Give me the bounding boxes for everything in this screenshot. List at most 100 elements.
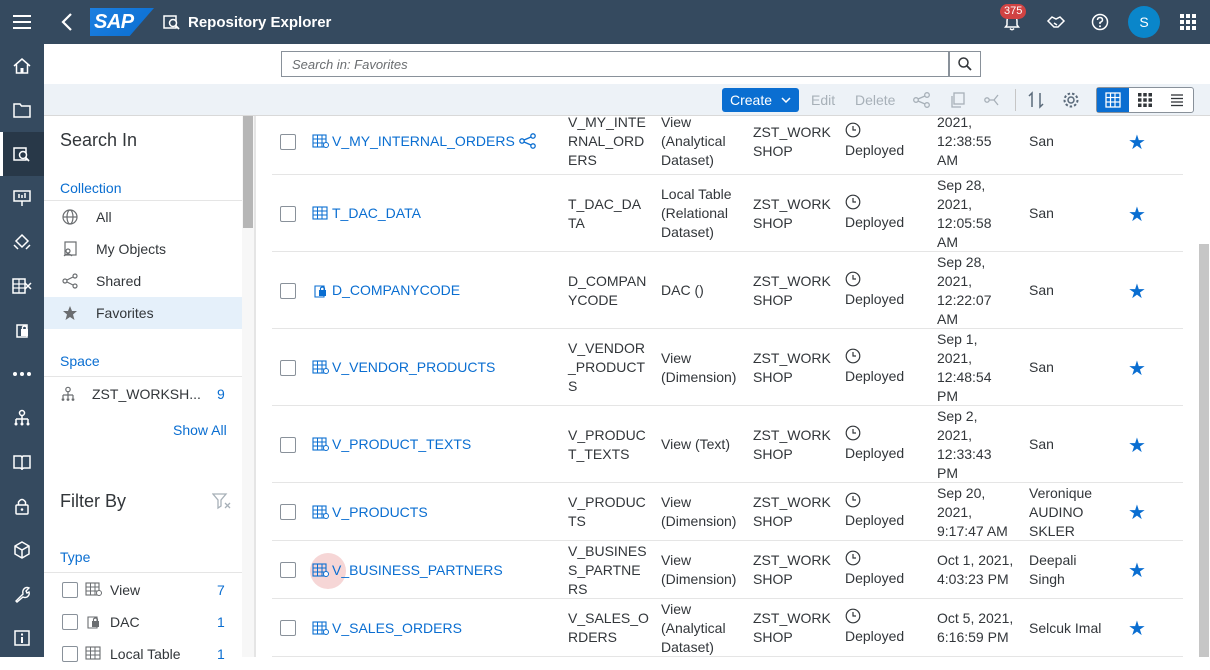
business-builder-icon[interactable] (0, 220, 44, 264)
feedback-button[interactable] (1034, 0, 1078, 44)
clear-filter-icon[interactable] (211, 493, 232, 516)
type-filter-checkbox[interactable] (62, 646, 78, 662)
collection-item-favorites[interactable]: Favorites (44, 297, 242, 329)
menu-icon[interactable] (0, 0, 44, 44)
collection-item-all[interactable]: All (44, 201, 242, 233)
type-filter-dac[interactable]: DAC 1 (44, 606, 242, 638)
object-type: Local Table (Relational Dataset) (661, 186, 732, 240)
scrollbar-thumb[interactable] (1199, 244, 1209, 657)
user-avatar[interactable]: S (1128, 6, 1160, 38)
row-checkbox[interactable] (280, 282, 296, 299)
status-text: Deployed (845, 141, 905, 158)
favorite-star-icon[interactable]: ★ (1128, 202, 1146, 227)
table-row[interactable]: V_MY_INTERNAL_ORDERS V_MY_INTE RNAL_ORD E… (272, 116, 1183, 175)
sap-logo[interactable]: SAP (90, 8, 154, 36)
search-button[interactable] (949, 51, 981, 77)
favorite-star-icon[interactable]: ★ (1128, 279, 1146, 304)
favorite-star-icon[interactable]: ★ (1128, 130, 1146, 155)
type-filter-checkbox[interactable] (62, 614, 78, 630)
table-row[interactable]: V_PRODUCTS V_PRODUC TS View (Dimension) ZST… (272, 483, 1183, 541)
space-name: ZST_WORK SHOP (753, 273, 831, 308)
security-icon[interactable] (0, 484, 44, 528)
table-row[interactable]: T_DAC_DATA T_DAC_DA TA Local Table (Relati… (272, 175, 1183, 252)
space-item[interactable]: ZST_WORKSH... 9 (44, 378, 242, 410)
view-icon (85, 581, 102, 600)
catalog-icon[interactable] (0, 440, 44, 484)
favorite-star-icon[interactable]: ★ (1128, 558, 1146, 583)
collection-item-my-objects[interactable]: My Objects (44, 233, 242, 265)
row-checkbox[interactable] (280, 133, 296, 150)
scrollbar-thumb[interactable] (243, 116, 253, 228)
object-name-link[interactable]: V_BUSINESS_PARTNERS (312, 561, 503, 578)
share-icon[interactable] (913, 88, 931, 112)
collection-item-label: Favorites (96, 305, 154, 321)
table-row[interactable]: V_BUSINESS_PARTNERS V_BUSINES S_PARTNE RS… (272, 541, 1183, 599)
type-filter-local-table[interactable]: Local Table 1 (44, 638, 242, 670)
list-view-icon[interactable] (1161, 88, 1193, 112)
table-row[interactable]: V_VENDOR_PRODUCTS V_VENDOR _PRODUCT S View… (272, 329, 1183, 406)
table-row[interactable]: V_PRODUCT_TEXTS V_PRODUC T_TEXTS View (Tex… (272, 406, 1183, 483)
transport-icon[interactable] (0, 528, 44, 572)
back-icon[interactable] (50, 13, 84, 31)
settings-icon[interactable] (1062, 88, 1080, 112)
object-name-link[interactable]: V_SALES_ORDERS (312, 619, 462, 636)
more-icon[interactable] (0, 352, 44, 396)
data-access-control-icon[interactable] (0, 308, 44, 352)
type-filter-checkbox[interactable] (62, 582, 78, 598)
table-row[interactable]: V_SALES_ORDERS V_SALES_O RDERS View (Analy… (272, 599, 1183, 657)
table-row[interactable]: D_COMPANYCODE D_COMPAN YCODE DAC () ZST_WOR… (272, 252, 1183, 329)
show-all-link[interactable]: Show All (173, 422, 227, 438)
help-button[interactable] (1078, 0, 1122, 44)
collection-item-shared[interactable]: Shared (44, 265, 242, 297)
row-checkbox[interactable] (280, 359, 296, 376)
owner: San (1029, 359, 1054, 375)
results-scrollbar[interactable] (1198, 116, 1210, 657)
object-name-link[interactable]: V_PRODUCT_TEXTS (312, 436, 471, 453)
row-checkbox[interactable] (280, 562, 296, 578)
favorite-star-icon[interactable]: ★ (1128, 433, 1146, 458)
view-icon (312, 619, 329, 636)
delete-button[interactable]: Delete (855, 88, 895, 112)
impact-lineage-icon[interactable] (984, 88, 1002, 112)
repository-explorer-nav-icon[interactable] (0, 132, 44, 176)
favorite-star-icon[interactable]: ★ (1128, 616, 1146, 641)
row-checkbox[interactable] (280, 436, 296, 453)
owner: San (1029, 436, 1054, 452)
wrench-icon[interactable] (0, 572, 44, 616)
collection-item-label: My Objects (96, 241, 167, 257)
object-name-link[interactable]: V_PRODUCTS (312, 503, 428, 520)
space-management-icon[interactable] (0, 396, 44, 440)
status-cell: Deployed (845, 492, 904, 530)
product-switch-button[interactable] (1166, 0, 1210, 44)
row-checkbox[interactable] (280, 620, 296, 636)
presentation-icon[interactable] (0, 176, 44, 220)
create-button[interactable]: Create (722, 88, 799, 112)
status-text: Deployed (845, 213, 905, 230)
search-input[interactable]: Search in: Favorites (281, 51, 949, 77)
status-text: Deployed (845, 290, 905, 307)
object-name-link[interactable]: T_DAC_DATA (312, 205, 421, 222)
tile-view-icon[interactable] (1129, 88, 1161, 112)
favorite-star-icon[interactable]: ★ (1128, 500, 1146, 525)
table-view-icon[interactable] (1097, 88, 1129, 112)
object-name-link[interactable]: V_MY_INTERNAL_ORDERS (312, 133, 537, 150)
star-icon (44, 305, 96, 321)
left-panel-scrollbar[interactable] (242, 116, 254, 657)
row-checkbox[interactable] (280, 205, 296, 222)
notifications-button[interactable]: 375 (990, 0, 1034, 44)
row-checkbox[interactable] (280, 504, 296, 520)
changed-on: Sep 2, 2021, 12:33:43 PM (937, 408, 992, 481)
type-filter-count: 1 (217, 614, 225, 630)
info-icon[interactable] (0, 616, 44, 660)
home-icon[interactable] (0, 44, 44, 88)
folder-icon[interactable] (0, 88, 44, 132)
object-name-link[interactable]: D_COMPANYCODE (312, 282, 460, 299)
type-filter-view[interactable]: View 7 (44, 574, 242, 606)
technical-name: V_MY_INTE RNAL_ORD ERS (568, 116, 646, 168)
data-flow-icon[interactable] (0, 264, 44, 308)
edit-button[interactable]: Edit (811, 88, 835, 112)
sort-icon[interactable] (1027, 88, 1045, 112)
copy-icon[interactable] (950, 88, 966, 112)
favorite-star-icon[interactable]: ★ (1128, 356, 1146, 381)
object-name-link[interactable]: V_VENDOR_PRODUCTS (312, 359, 495, 376)
